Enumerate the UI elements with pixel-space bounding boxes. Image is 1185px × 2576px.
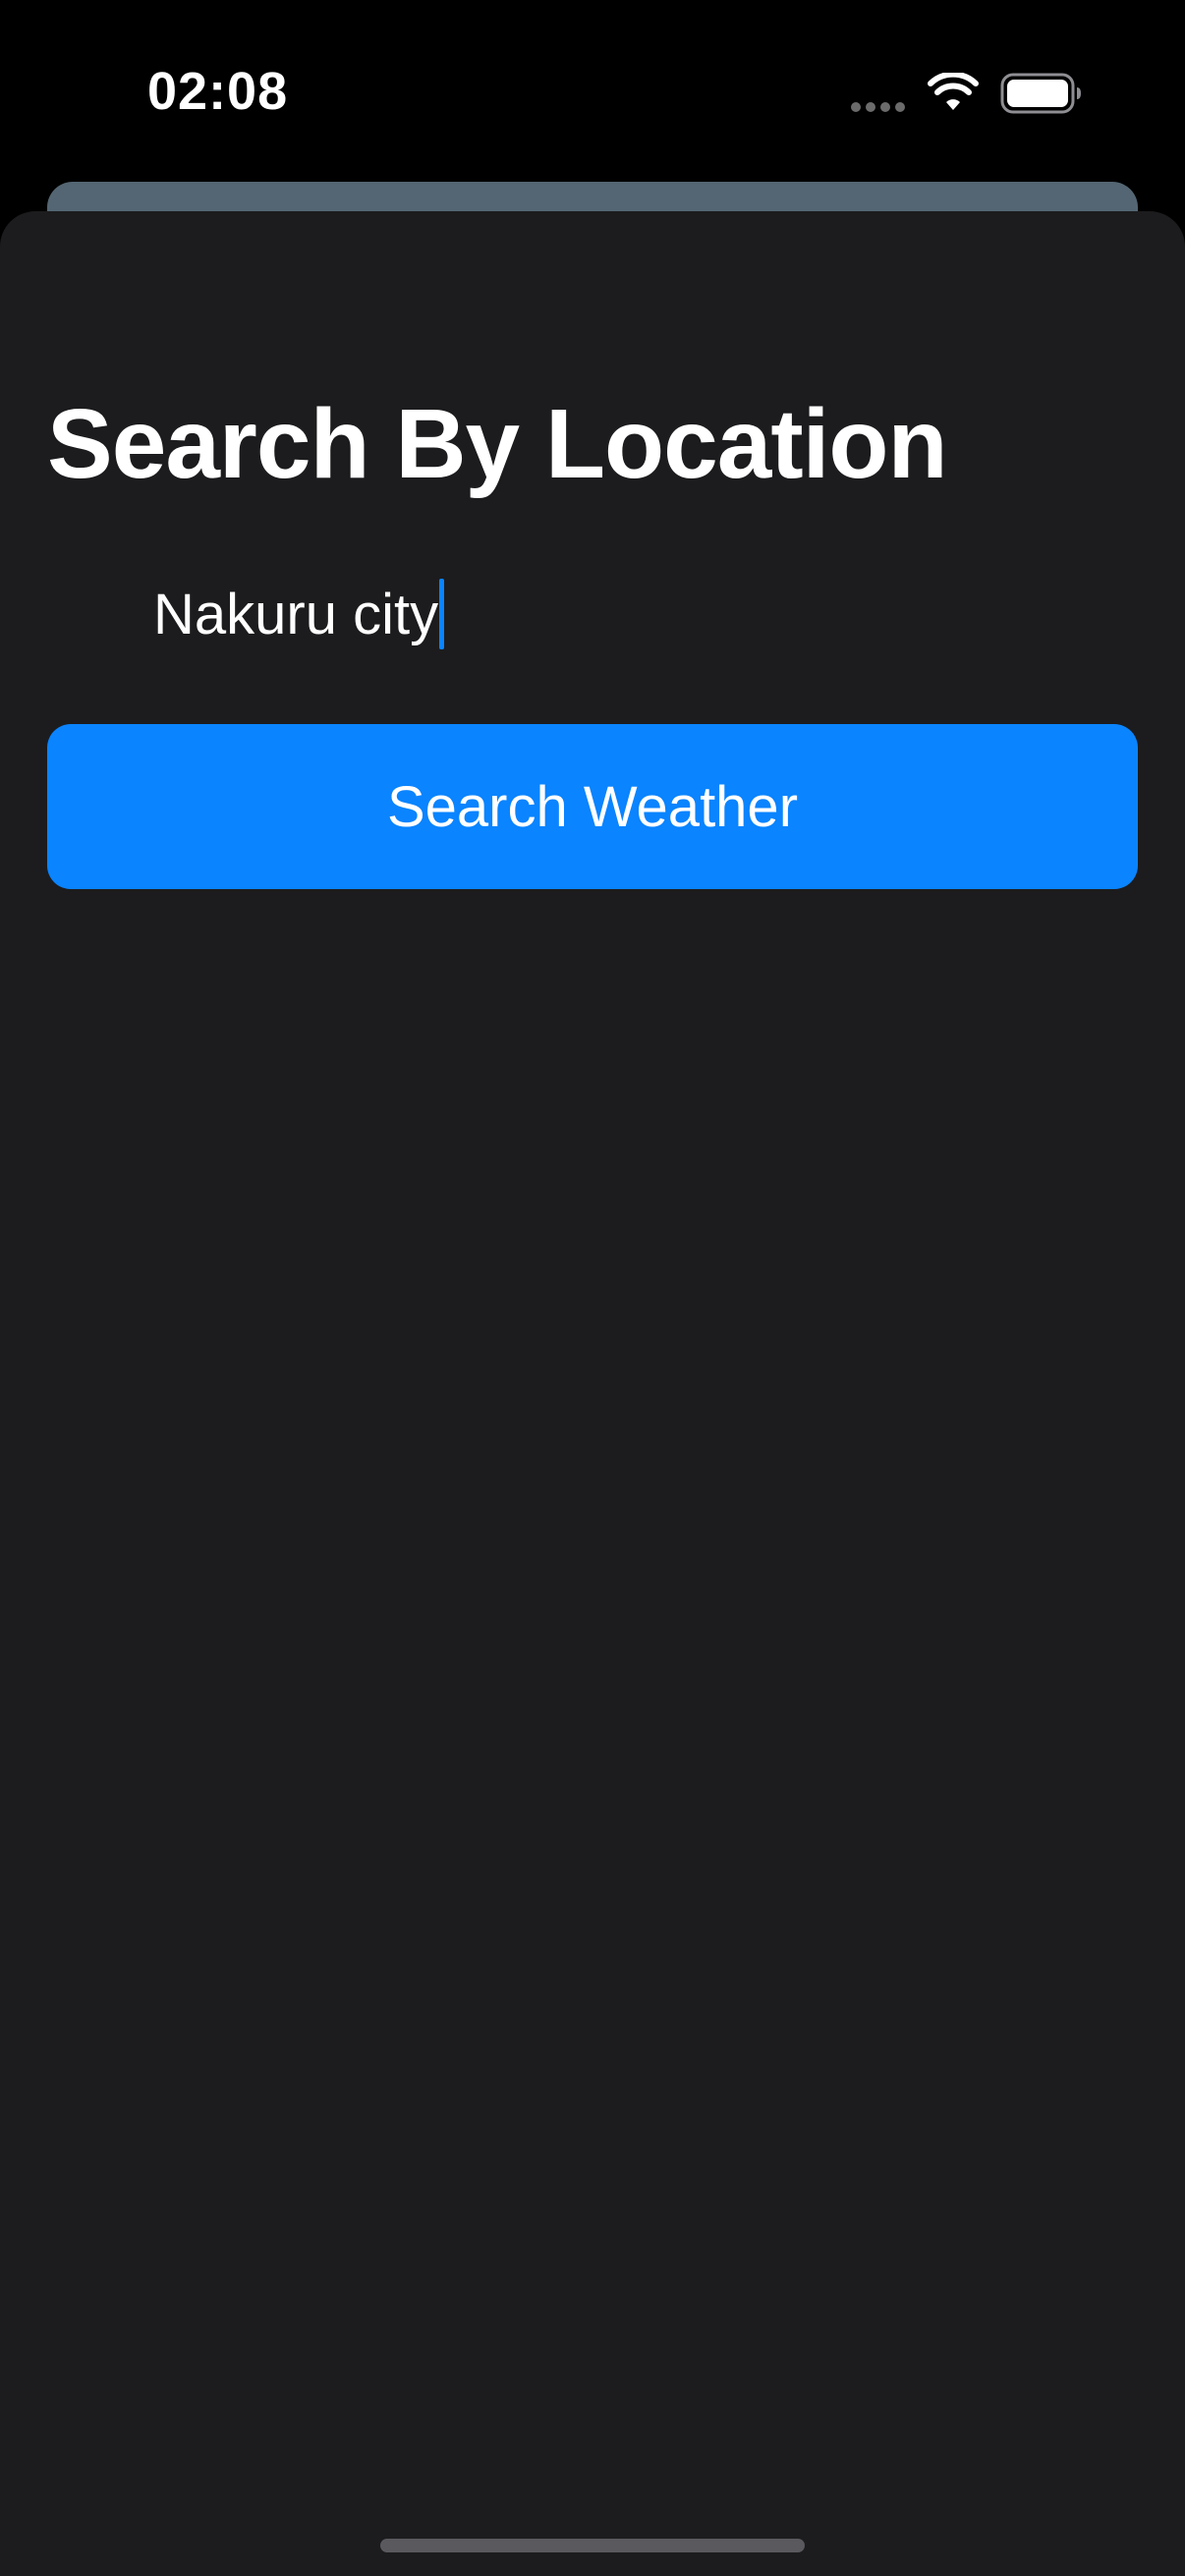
wifi-icon: [928, 73, 979, 110]
battery-icon: [1000, 73, 1081, 114]
status-time: 02:08: [147, 62, 289, 121]
page-title: Search By Location: [47, 389, 948, 499]
location-input-value: Nakuru city: [153, 582, 439, 646]
location-input[interactable]: Nakuru city: [153, 570, 1087, 658]
text-cursor: [439, 579, 445, 649]
search-weather-button-label: Search Weather: [386, 774, 799, 839]
screen: 02:08 Search By Location Nakuru city Sea…: [0, 0, 1185, 2576]
status-bar: 02:08: [0, 0, 1185, 187]
search-sheet: Search By Location Nakuru city Search We…: [0, 211, 1185, 2576]
search-weather-button[interactable]: Search Weather: [47, 724, 1138, 889]
home-indicator[interactable]: [380, 2539, 805, 2552]
signal-dots-icon: [851, 102, 906, 112]
